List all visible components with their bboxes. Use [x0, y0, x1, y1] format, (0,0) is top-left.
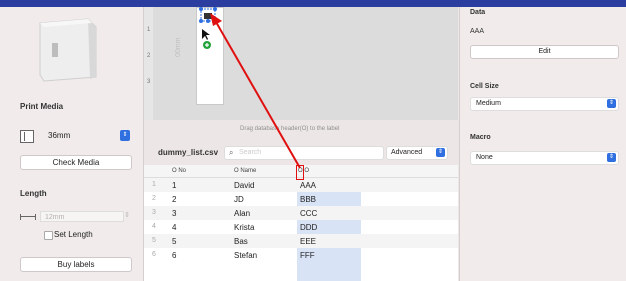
set-length-checkbox[interactable]	[44, 231, 53, 240]
row-index: 4	[152, 223, 156, 230]
row-index: 2	[152, 195, 156, 202]
cell-no: 5	[172, 237, 177, 246]
chevron-updown-icon: ⇕	[607, 153, 616, 162]
column-header-name[interactable]: O Name	[234, 168, 256, 174]
table-row[interactable]: 1 1 David AAA	[144, 178, 458, 192]
chevron-updown-icon[interactable]: ⇕	[120, 130, 130, 141]
drag-hint: Drag database header(O) to the label	[240, 126, 340, 132]
highlight-box	[296, 165, 304, 180]
cell-o: CCC	[300, 209, 318, 218]
column-header-no[interactable]: O No	[172, 168, 186, 174]
printer-image	[39, 18, 97, 82]
data-value: AAA	[470, 28, 485, 35]
cell-size-select[interactable]: Medium ⇕	[470, 97, 619, 111]
right-panel: Data AAA Edit Cell Size Medium ⇕ Macro N…	[459, 7, 626, 281]
search-icon: ⌕	[229, 148, 234, 157]
search-placeholder: Search	[239, 149, 262, 156]
cell-no: 3	[172, 209, 177, 218]
cell-o: FFF	[300, 251, 315, 260]
table-row[interactable]: 2 2 JD BBB	[144, 192, 458, 206]
cell-size-label: Cell Size	[470, 83, 499, 90]
database-table: O No O Name O O 1 1 David AAA 2 2 JD BBB…	[144, 165, 458, 281]
cell-name: Stefan	[234, 251, 258, 260]
macro-label: Macro	[470, 134, 491, 141]
length-label: Length	[20, 189, 47, 198]
cell-no: 2	[172, 195, 177, 204]
macro-select[interactable]: None ⇕	[470, 151, 619, 165]
label-text-object[interactable]: 00mm	[175, 38, 182, 57]
database-toolbar: dummy_list.csv ⌕ Search Advanced ⇕	[144, 143, 458, 162]
cell-no: 4	[172, 223, 177, 232]
vertical-ruler: 1 2 3	[144, 7, 153, 120]
cell-name: Bas	[234, 237, 248, 246]
selected-object[interactable]	[198, 7, 222, 55]
check-media-button[interactable]: Check Media	[20, 155, 132, 170]
cell-name: Alan	[234, 209, 251, 218]
cell-o: BBB	[300, 195, 317, 204]
cell-o: DDD	[300, 223, 318, 232]
advanced-select[interactable]: Advanced ⇕	[386, 146, 448, 160]
cell-no: 6	[172, 251, 177, 260]
row-index: 3	[152, 209, 156, 216]
row-index: 5	[152, 237, 156, 244]
length-stepper-icon[interactable]: ⇕	[124, 211, 130, 219]
length-icon	[20, 214, 36, 220]
edit-button[interactable]: Edit	[470, 45, 619, 59]
cell-no: 1	[172, 181, 177, 190]
table-row[interactable]: 6 6 Stefan FFF	[144, 248, 458, 262]
cell-o: AAA	[300, 181, 317, 190]
media-size-select[interactable]: 36mm ⇕	[20, 130, 130, 143]
row-index: 1	[152, 181, 156, 188]
search-field[interactable]: ⌕ Search	[224, 146, 384, 160]
table-row[interactable]: 5 5 Bas EEE	[144, 234, 458, 248]
chevron-updown-icon: ⇕	[436, 148, 445, 157]
buy-labels-button[interactable]: Buy labels	[20, 257, 132, 272]
print-media-label: Print Media	[20, 102, 64, 111]
cell-name: David	[234, 181, 255, 190]
cell-size-value: Medium	[476, 100, 501, 107]
cell-name: Krista	[234, 223, 255, 232]
table-row[interactable]: 4 4 Krista DDD	[144, 220, 458, 234]
length-input[interactable]: 12mm	[40, 211, 124, 222]
cell-o: EEE	[300, 237, 317, 246]
advanced-label: Advanced	[391, 149, 423, 156]
window-title-bar	[0, 0, 626, 7]
data-label: Data	[470, 9, 486, 16]
label-canvas[interactable]: 1 2 3 00mm	[144, 7, 458, 120]
length-row: 12mm ⇕	[20, 211, 130, 223]
cell-name: JD	[234, 195, 244, 204]
macro-value: None	[476, 154, 493, 161]
media-size-value: 36mm	[48, 131, 71, 140]
left-panel: Print Media 36mm ⇕ Check Media Length 12…	[0, 7, 144, 281]
set-length-label: Set Length	[54, 230, 93, 239]
row-index: 6	[152, 251, 156, 258]
chevron-updown-icon: ⇕	[607, 99, 616, 108]
database-filename: dummy_list.csv	[158, 148, 219, 157]
table-row[interactable]: 3 3 Alan CCC	[144, 206, 458, 220]
tape-icon	[20, 130, 34, 143]
